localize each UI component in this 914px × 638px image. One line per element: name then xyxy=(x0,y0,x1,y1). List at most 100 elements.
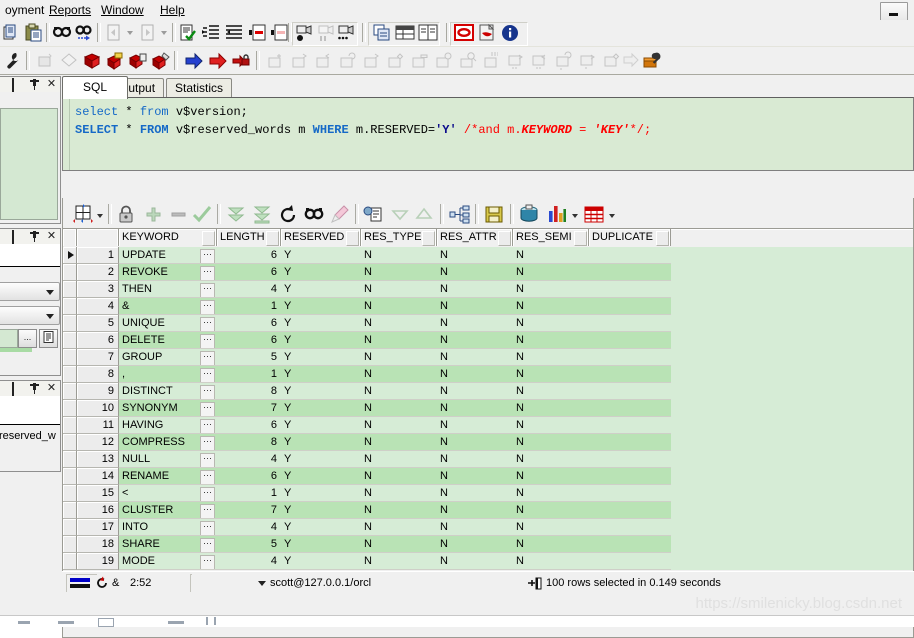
row-number-cell[interactable]: 18 xyxy=(77,536,119,553)
cell-length[interactable]: 4 xyxy=(217,553,281,570)
cell-duplicate[interactable] xyxy=(589,264,671,281)
row-number-cell[interactable]: 5 xyxy=(77,315,119,332)
cell-menu-icon[interactable]: ⋯ xyxy=(200,351,215,365)
folder-next-icon[interactable] xyxy=(290,51,310,71)
row-number-cell[interactable]: 12 xyxy=(77,434,119,451)
cell-res-type[interactable]: N xyxy=(361,366,437,383)
cell-res-attr[interactable]: N xyxy=(437,315,513,332)
chart-dropdown-icon[interactable] xyxy=(572,214,578,218)
cell-reserved[interactable]: Y xyxy=(281,536,361,553)
cell-length[interactable]: 8 xyxy=(217,434,281,451)
cell-duplicate[interactable] xyxy=(589,298,671,315)
cell-duplicate[interactable] xyxy=(589,383,671,400)
cell-res-type[interactable]: N xyxy=(361,502,437,519)
blue-arrow-icon[interactable] xyxy=(184,51,204,71)
row-marker-cell[interactable] xyxy=(63,349,77,366)
row-marker-cell[interactable] xyxy=(63,264,77,281)
cell-length[interactable]: 6 xyxy=(217,264,281,281)
column-resize-handle[interactable] xyxy=(574,231,587,246)
cell-res-semi[interactable]: N xyxy=(513,315,589,332)
remove-row-icon[interactable] xyxy=(167,204,189,225)
cell-menu-icon[interactable]: ⋯ xyxy=(200,453,215,467)
row-number-cell[interactable]: 19 xyxy=(77,553,119,570)
cell-duplicate[interactable] xyxy=(589,417,671,434)
close-icon[interactable]: ✕ xyxy=(46,231,57,242)
cell-reserved[interactable]: Y xyxy=(281,332,361,349)
folder-diamond-icon[interactable] xyxy=(602,51,622,71)
cell-length[interactable]: 6 xyxy=(217,417,281,434)
cell-keyword[interactable]: UNIQUE ⋯ xyxy=(119,315,217,332)
red-book-icon[interactable] xyxy=(82,51,102,71)
cell-reserved[interactable]: Y xyxy=(281,502,361,519)
col-res-semi[interactable]: RES_SEMI xyxy=(513,229,589,246)
row-marker-cell[interactable] xyxy=(63,247,77,264)
column-resize-handle[interactable] xyxy=(202,231,215,246)
cell-keyword[interactable]: GROUP ⋯ xyxy=(119,349,217,366)
next-page-dropdown-icon[interactable] xyxy=(161,31,167,35)
cell-reserved[interactable]: Y xyxy=(281,315,361,332)
filter-up-icon[interactable] xyxy=(413,204,435,225)
find-icon[interactable] xyxy=(52,23,72,43)
cell-reserved[interactable]: Y xyxy=(281,349,361,366)
grid-view-icon[interactable] xyxy=(395,23,415,43)
row-number-cell[interactable]: 17 xyxy=(77,519,119,536)
cell-length[interactable]: 6 xyxy=(217,247,281,264)
cell-menu-icon[interactable]: ⋯ xyxy=(200,249,215,263)
copy-rows-icon[interactable] xyxy=(363,204,385,225)
col-duplicate[interactable]: DUPLICATE xyxy=(589,229,671,246)
paste-icon[interactable] xyxy=(24,23,44,43)
cell-menu-icon[interactable]: ⋯ xyxy=(200,402,215,416)
col-keyword[interactable]: KEYWORD xyxy=(119,229,217,246)
cell-res-semi[interactable]: N xyxy=(513,536,589,553)
cell-res-type[interactable]: N xyxy=(361,536,437,553)
cell-keyword[interactable]: HAVING ⋯ xyxy=(119,417,217,434)
row-marker-cell[interactable] xyxy=(63,485,77,502)
cell-res-attr[interactable]: N xyxy=(437,281,513,298)
row-number-cell[interactable]: 3 xyxy=(77,281,119,298)
cell-duplicate[interactable] xyxy=(589,502,671,519)
col-reserved[interactable]: RESERVED xyxy=(281,229,361,246)
row-marker-cell[interactable] xyxy=(63,468,77,485)
uncomment-icon[interactable] xyxy=(270,23,290,43)
refresh-red-icon[interactable] xyxy=(95,576,109,590)
cell-res-attr[interactable]: N xyxy=(437,366,513,383)
row-number-cell[interactable]: 2 xyxy=(77,264,119,281)
cell-reserved[interactable]: Y xyxy=(281,298,361,315)
connection-label[interactable]: scott@127.0.0.1/orcl xyxy=(270,575,371,592)
browse-ellipsis-button[interactable]: ... xyxy=(18,329,37,348)
cell-menu-icon[interactable]: ⋯ xyxy=(200,470,215,484)
cell-menu-icon[interactable]: ⋯ xyxy=(200,385,215,399)
pdf-icon[interactable] xyxy=(477,23,497,43)
column-resize-handle[interactable] xyxy=(656,231,669,246)
grid-layout-icon[interactable] xyxy=(73,204,95,225)
grid-layout-dropdown-icon[interactable] xyxy=(97,214,103,218)
row-number-cell[interactable]: 7 xyxy=(77,349,119,366)
row-number-cell[interactable]: 10 xyxy=(77,400,119,417)
prev-page-icon[interactable] xyxy=(104,23,124,43)
cell-keyword[interactable]: REVOKE ⋯ xyxy=(119,264,217,281)
minimize-button[interactable] xyxy=(880,2,908,21)
menu-item-help[interactable]: Help xyxy=(155,2,190,18)
execute-check-icon[interactable] xyxy=(178,23,198,43)
cell-reserved[interactable]: Y xyxy=(281,400,361,417)
row-number-cell[interactable]: 9 xyxy=(77,383,119,400)
cell-duplicate[interactable] xyxy=(589,332,671,349)
cell-res-attr[interactable]: N xyxy=(437,519,513,536)
cell-menu-icon[interactable]: ⋯ xyxy=(200,300,215,314)
folder-back-icon[interactable] xyxy=(530,51,550,71)
row-number-cell[interactable]: 16 xyxy=(77,502,119,519)
indent-icon[interactable] xyxy=(201,23,221,43)
browser-field[interactable] xyxy=(0,329,18,348)
row-marker-cell[interactable] xyxy=(63,400,77,417)
cell-res-semi[interactable]: N xyxy=(513,366,589,383)
row-number-cell[interactable]: 14 xyxy=(77,468,119,485)
folder-loop-icon[interactable] xyxy=(554,51,574,71)
cell-length[interactable]: 7 xyxy=(217,400,281,417)
cell-keyword[interactable]: SHARE ⋯ xyxy=(119,536,217,553)
oracle-icon[interactable] xyxy=(454,23,474,43)
cell-res-type[interactable]: N xyxy=(361,553,437,570)
cell-length[interactable]: 4 xyxy=(217,519,281,536)
cell-reserved[interactable]: Y xyxy=(281,519,361,536)
cell-res-attr[interactable]: N xyxy=(437,247,513,264)
folder-search-icon[interactable] xyxy=(458,51,478,71)
